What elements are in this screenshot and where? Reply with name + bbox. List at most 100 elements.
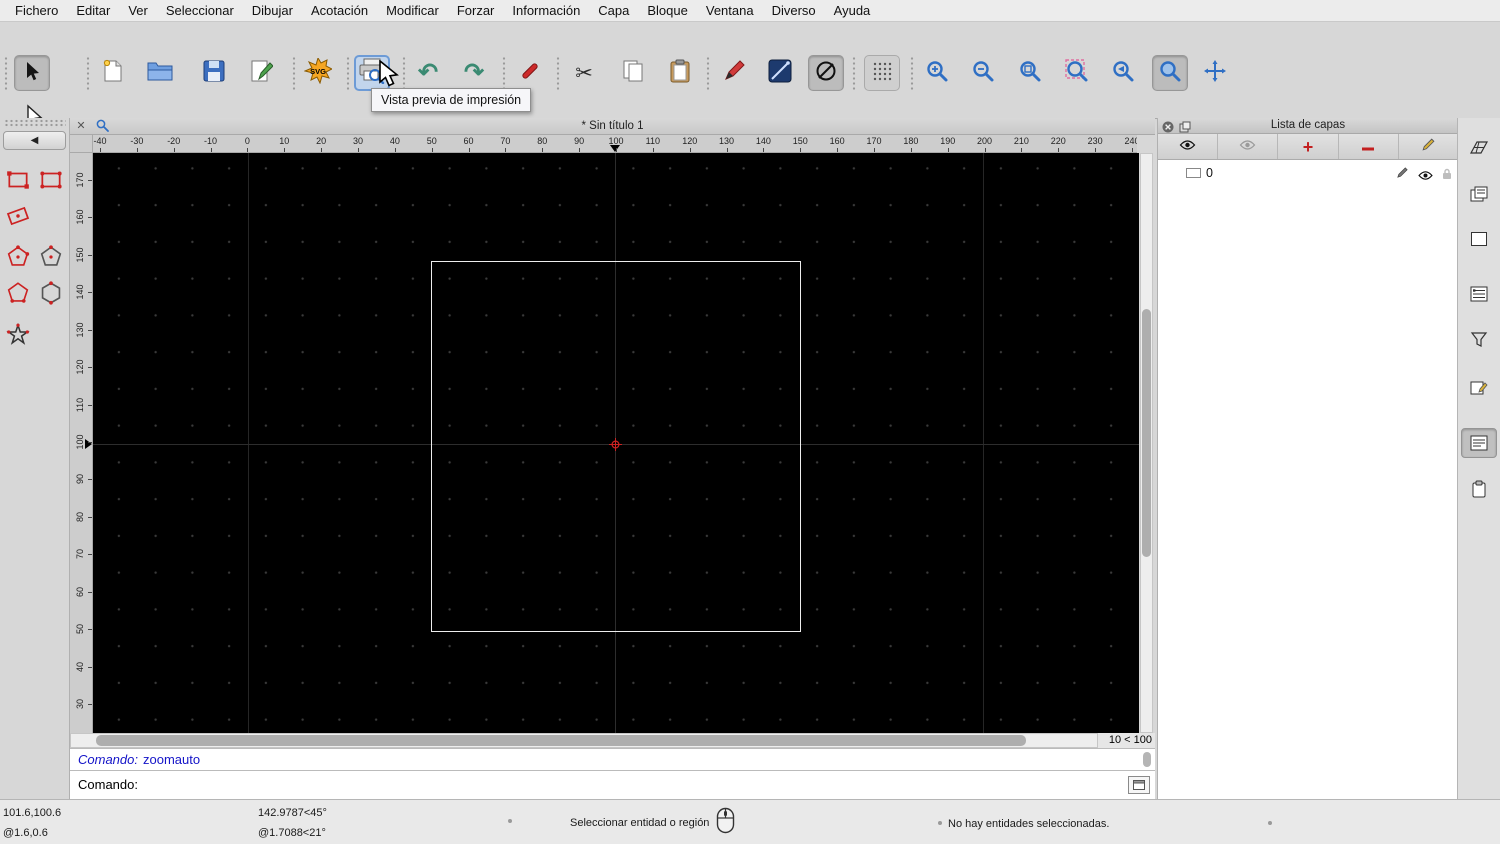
grid-toggle-button[interactable]: [864, 55, 900, 91]
zoom-previous-button[interactable]: [1105, 55, 1141, 91]
h-ruler-label: 110: [645, 136, 661, 146]
h-ruler-tick: [321, 148, 323, 152]
toolbar-grip[interactable]: [852, 56, 856, 90]
zoom-pan-button[interactable]: [1197, 55, 1233, 91]
zoom-selected-button[interactable]: [1059, 55, 1095, 91]
add-layer-button[interactable]: +: [1278, 134, 1339, 159]
horizontal-scrollbar[interactable]: [70, 733, 1098, 748]
document-tab-title[interactable]: * Sin título 1: [70, 118, 1155, 134]
dock-block-list-button[interactable]: [1461, 179, 1497, 209]
vertical-scrollbar-thumb[interactable]: [1142, 309, 1151, 557]
line-attributes-button[interactable]: [762, 55, 798, 91]
delete-button[interactable]: [512, 55, 548, 91]
toolbar-grip[interactable]: [346, 56, 350, 90]
command-input[interactable]: [150, 775, 1114, 797]
tool-hexagon[interactable]: [35, 277, 67, 309]
h-ruler-label: 170: [866, 136, 882, 146]
dock-grip[interactable]: [4, 119, 66, 128]
edit-layer-button[interactable]: [1399, 134, 1458, 159]
tool-polygon-side[interactable]: [2, 277, 34, 309]
tool-rectangle-rotated[interactable]: [2, 200, 34, 232]
new-document-button[interactable]: [95, 55, 131, 91]
menu-item-capa[interactable]: Capa: [589, 0, 638, 21]
menu-item-informacion[interactable]: Información: [503, 0, 589, 21]
toolbar-grip[interactable]: [910, 56, 914, 90]
menu-item-forzar[interactable]: Forzar: [448, 0, 504, 21]
selection-info: No hay entidades seleccionadas.: [948, 818, 1110, 830]
hide-all-layers-button[interactable]: [1218, 134, 1279, 159]
toolbar-grip[interactable]: [402, 56, 406, 90]
layer-edit-pencil-icon[interactable]: [1396, 166, 1409, 184]
select-pointer-button[interactable]: [14, 55, 50, 91]
toolbar-grip[interactable]: [706, 56, 710, 90]
command-dock-button[interactable]: [1128, 776, 1150, 794]
copy-button[interactable]: [615, 55, 651, 91]
tool-rectangle-2corner[interactable]: [2, 164, 34, 196]
menu-item-ventana[interactable]: Ventana: [697, 0, 763, 21]
toolbar-grip[interactable]: [556, 56, 560, 90]
export-svg-button[interactable]: SVG: [300, 55, 336, 91]
zoom-in-button[interactable]: [919, 55, 955, 91]
tool-star[interactable]: [2, 319, 34, 351]
menu-item-editar[interactable]: Editar: [67, 0, 119, 21]
tool-polygon-center-tangent[interactable]: [35, 241, 67, 273]
construction-mode-button[interactable]: [808, 55, 844, 91]
drawing-canvas[interactable]: [93, 153, 1139, 733]
toolbar-grip[interactable]: [502, 56, 506, 90]
pointer-icon: [20, 59, 44, 88]
paste-button[interactable]: [662, 55, 698, 91]
h-ruler-tick: [394, 148, 396, 152]
menu-item-seleccionar[interactable]: Seleccionar: [157, 0, 243, 21]
command-history-scrollbar[interactable]: [1143, 752, 1151, 767]
tool-rectangle-corners[interactable]: [35, 164, 67, 196]
zoom-auto-button[interactable]: [1012, 55, 1048, 91]
menu-item-bloque[interactable]: Bloque: [638, 0, 696, 21]
open-folder-icon: [147, 61, 173, 86]
dock-command-line-button[interactable]: [1461, 428, 1497, 458]
vertical-scrollbar[interactable]: [1140, 153, 1153, 733]
menu-item-ayuda[interactable]: Ayuda: [825, 0, 880, 21]
show-all-layers-button[interactable]: [1158, 134, 1219, 159]
menu-item-fichero[interactable]: Fichero: [6, 0, 67, 21]
dock-layer-list-button[interactable]: [1461, 279, 1497, 309]
dock-3d-views-button[interactable]: [1461, 133, 1497, 163]
redo-button[interactable]: ↷: [456, 55, 492, 91]
undo-button[interactable]: ↶: [410, 55, 446, 91]
grid-dots-icon: [871, 60, 893, 87]
layer-panel-title: Lista de capas: [1270, 119, 1346, 131]
tool-polygon-center-corner[interactable]: [2, 241, 34, 273]
undo-icon: ↶: [417, 59, 439, 86]
layer-panel: Lista de capas + 0: [1157, 118, 1458, 800]
layer-lock-icon[interactable]: [1442, 167, 1452, 185]
menu-item-diverso[interactable]: Diverso: [763, 0, 825, 21]
toolbar-grip[interactable]: [4, 56, 8, 90]
menu-item-ver[interactable]: Ver: [119, 0, 157, 21]
dock-library-button[interactable]: [1461, 224, 1497, 254]
remove-layer-button[interactable]: [1339, 134, 1399, 159]
menu-item-modificar[interactable]: Modificar: [377, 0, 448, 21]
zoom-out-button[interactable]: [965, 55, 1001, 91]
status-bar: 101.6,100.6 @1.6,0.6 142.9787<45° @1.708…: [0, 799, 1500, 844]
dock-clipboard-button[interactable]: [1461, 474, 1497, 504]
collapse-toolbar-button[interactable]: ◀: [3, 131, 66, 150]
h-ruler-tick: [357, 148, 359, 152]
save-as-button[interactable]: [244, 55, 280, 91]
h-ruler-tick: [615, 148, 617, 152]
layer-print-icon[interactable]: [1186, 168, 1201, 178]
zoom-window-button[interactable]: [1152, 55, 1188, 91]
menu-item-dibujar[interactable]: Dibujar: [243, 0, 302, 21]
toolbar-grip[interactable]: [292, 56, 296, 90]
save-button[interactable]: [196, 55, 232, 91]
save-floppy-icon: [203, 60, 225, 87]
eraser-icon: [518, 59, 542, 88]
cut-button[interactable]: ✂: [566, 55, 602, 91]
layer-visibility-eye-icon[interactable]: [1418, 168, 1433, 186]
toolbar-grip[interactable]: [86, 56, 90, 90]
dock-pen-palette-button[interactable]: [1461, 373, 1497, 403]
horizontal-scrollbar-thumb[interactable]: [96, 735, 1026, 746]
layer-row[interactable]: 0: [1158, 164, 1458, 183]
open-file-button[interactable]: [142, 55, 178, 91]
dock-filter-button[interactable]: [1461, 325, 1497, 355]
menu-item-acotacion[interactable]: Acotación: [302, 0, 377, 21]
pen-attributes-button[interactable]: [716, 55, 752, 91]
